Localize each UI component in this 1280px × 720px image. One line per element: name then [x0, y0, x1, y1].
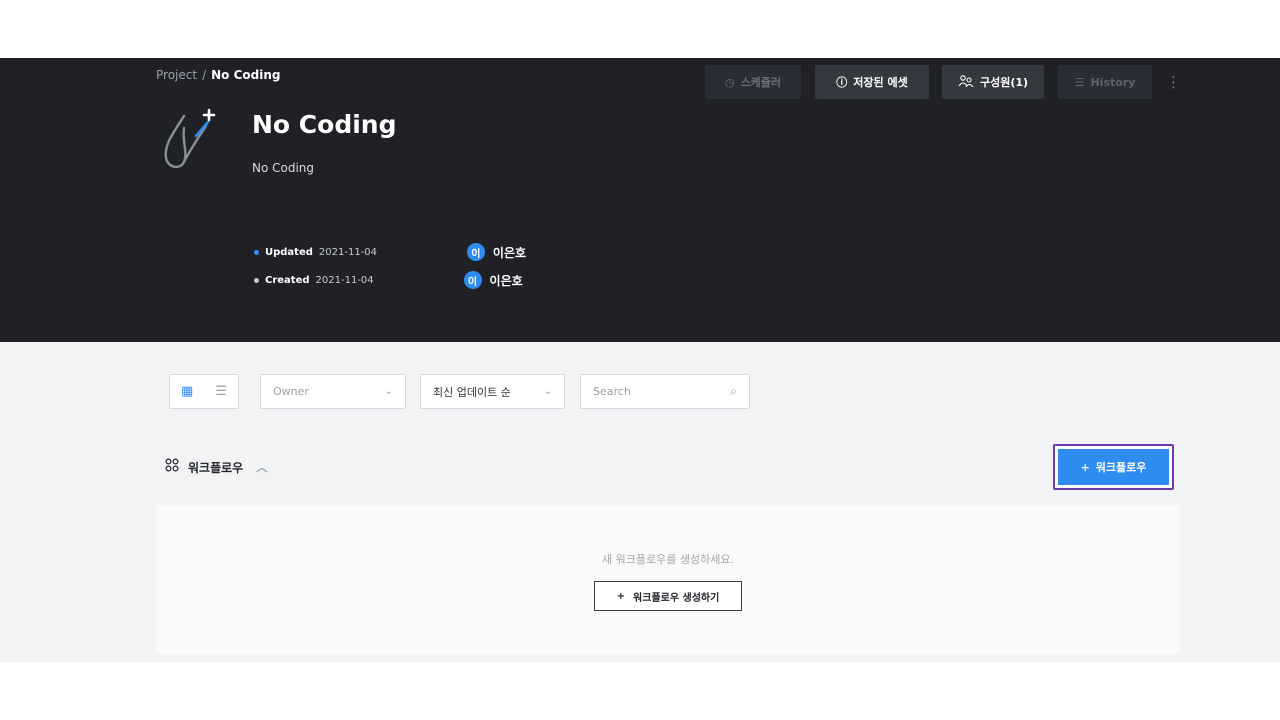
plus-icon: +: [1080, 460, 1090, 474]
created-date: 2021-11-04: [315, 274, 374, 286]
history-button[interactable]: ☰ History: [1058, 65, 1152, 99]
history-label: History: [1090, 75, 1136, 89]
search-icon[interactable]: ⌕: [730, 384, 737, 399]
workflow-section-header: 워크플로우 ︿: [165, 458, 267, 476]
breadcrumb-root[interactable]: Project: [156, 68, 197, 82]
updated-info: Updated 2021-11-04 이 이은호: [254, 243, 526, 261]
updated-label: Updated: [265, 246, 313, 258]
create-workflow-button[interactable]: + 워크플로우 생성하기: [594, 581, 742, 611]
members-icon: [958, 74, 974, 90]
view-toggle: ▦ ☰: [169, 374, 239, 409]
updated-user: 이은호: [492, 245, 527, 260]
info-icon: ⓘ: [836, 76, 848, 89]
scheduler-label: 스케쥴러: [740, 76, 782, 89]
avatar: 이: [466, 243, 485, 261]
sort-select-value: 최신 업데이트 순: [433, 385, 511, 399]
updated-date: 2021-11-04: [318, 246, 378, 258]
breadcrumb-separator: /: [202, 68, 207, 82]
plus-icon: +: [616, 590, 626, 602]
list-view-icon[interactable]: ☰: [215, 384, 227, 399]
members-label: 구성원(1): [979, 76, 1029, 89]
scheduler-button[interactable]: ◷ 스케쥴러: [705, 65, 801, 99]
chevron-down-icon: ⌄: [543, 386, 552, 397]
created-dot-icon: [254, 277, 259, 283]
saved-assets-label: 저장된 에셋: [853, 76, 908, 89]
project-description: No Coding: [252, 161, 315, 175]
breadcrumb-current: No Coding: [211, 68, 281, 82]
project-title: No Coding: [252, 110, 397, 139]
owner-select-placeholder: Owner: [273, 385, 309, 398]
section-title: 워크플로우: [188, 460, 244, 475]
project-logo-icon: [160, 106, 220, 172]
empty-state-message: 새 워크플로우를 생성하세요.: [602, 553, 734, 566]
avatar: 이: [463, 271, 482, 289]
created-user: 이은호: [489, 273, 523, 288]
breadcrumb: Project / No Coding: [156, 68, 280, 82]
add-workflow-button[interactable]: + 워크플로우: [1053, 444, 1174, 490]
members-button[interactable]: 구성원(1): [942, 65, 1044, 99]
header-toolbar: ◷ 스케쥴러 ⓘ 저장된 에셋 구성원(1) ☰ History ⋮: [705, 65, 1181, 99]
add-workflow-label: 워크플로우: [1095, 461, 1147, 474]
clock-icon: ◷: [724, 75, 735, 89]
project-header: [0, 58, 1280, 342]
grid-view-icon[interactable]: ▦: [181, 384, 193, 399]
chevron-down-icon: ⌄: [384, 386, 393, 397]
sort-select[interactable]: 최신 업데이트 순 ⌄: [420, 374, 565, 409]
updated-dot-icon: [254, 249, 259, 255]
history-icon: ☰: [1074, 75, 1085, 89]
search-box: ⌕: [580, 374, 750, 409]
add-workflow-button-inner[interactable]: + 워크플로우: [1058, 449, 1169, 485]
workflow-icon: [165, 458, 179, 476]
created-info: Created 2021-11-04 이 이은호: [254, 271, 523, 289]
owner-select[interactable]: Owner ⌄: [260, 374, 406, 409]
saved-assets-button[interactable]: ⓘ 저장된 에셋: [815, 65, 929, 99]
empty-state-panel: 새 워크플로우를 생성하세요. + 워크플로우 생성하기: [156, 505, 1180, 654]
more-options-icon[interactable]: ⋮: [1166, 73, 1181, 91]
created-label: Created: [265, 274, 310, 286]
chevron-up-icon[interactable]: ︿: [256, 459, 267, 475]
search-input[interactable]: [593, 385, 713, 398]
create-workflow-label: 워크플로우 생성하기: [633, 592, 720, 604]
